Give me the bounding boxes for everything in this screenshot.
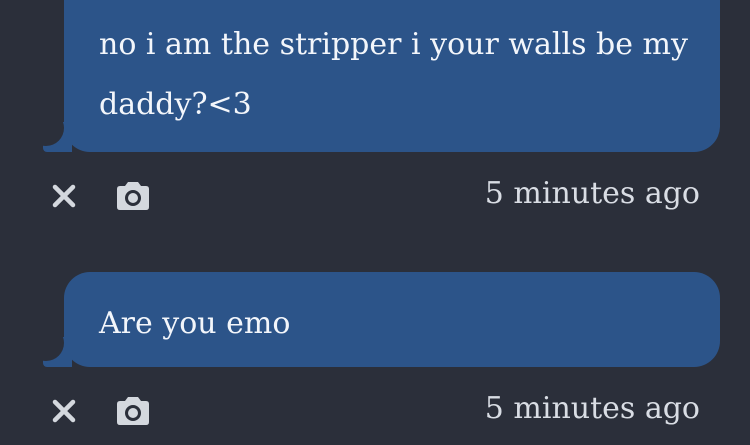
bubble-tail	[42, 337, 72, 367]
camera-icon[interactable]	[113, 395, 153, 427]
close-icon[interactable]	[50, 182, 78, 210]
camera-icon[interactable]	[113, 180, 153, 212]
message-text: Are you emo	[99, 306, 291, 341]
message-text: no i am the stripper i your walls be my …	[99, 27, 688, 122]
bubble-tail	[42, 122, 72, 152]
message-meta: 5 minutes ago	[0, 387, 750, 431]
message-1: no i am the stripper i your walls be my …	[0, 0, 750, 230]
close-icon[interactable]	[50, 397, 78, 425]
message-meta: 5 minutes ago	[0, 172, 750, 216]
message-bubble[interactable]: no i am the stripper i your walls be my …	[64, 0, 720, 152]
message-timestamp: 5 minutes ago	[484, 176, 700, 211]
message-bubble[interactable]: Are you emo	[64, 272, 720, 367]
message-timestamp: 5 minutes ago	[484, 391, 700, 426]
message-2: Are you emo 5 minutes ago	[0, 272, 750, 445]
